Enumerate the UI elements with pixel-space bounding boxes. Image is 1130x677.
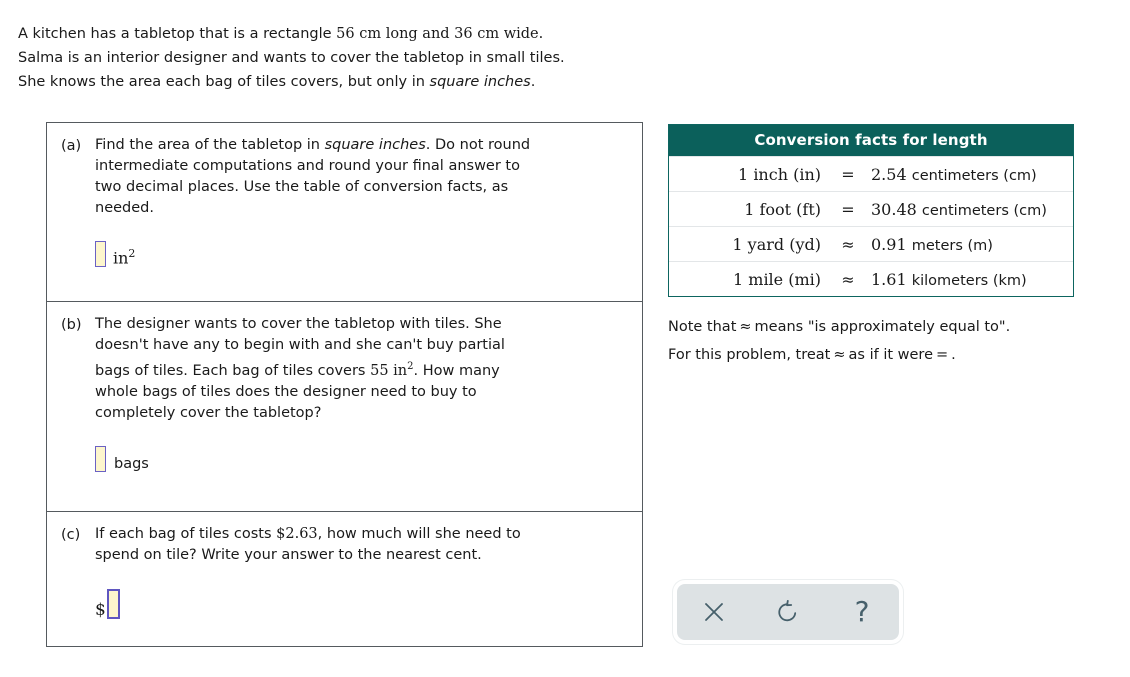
part-c-text-l1-a: If each bag of tiles costs [95,526,277,542]
part-b-text-l4: whole bags of tiles does the designer ne… [95,383,477,400]
part-a-text: Find the area of the tabletop in square … [95,135,628,219]
part-a-text-l2: intermediate computations and round your… [95,158,520,174]
clear-button[interactable] [691,589,737,635]
part-b-label: (b) [61,317,82,333]
intro-line-1: A kitchen has a tabletop that is a recta… [18,22,718,46]
conversion-row-yard-right: 0.91 meters (m) [871,235,1073,254]
approximation-note-line-1: Note that ≈ means "is approximately equal … [668,313,1098,341]
intro-line-3: She knows the area each bag of tiles cov… [18,70,718,94]
conversion-row-mile-right: 1.61 kilometers (km) [871,270,1073,289]
undo-button[interactable] [765,589,811,635]
problem-intro: A kitchen has a tabletop that is a recta… [18,22,718,94]
part-b-bag-coverage-value: 55 [370,362,389,379]
part-a-unit-exponent: 2 [128,246,136,260]
conversion-row-mile-left: 1 mile (mi) [733,269,821,289]
part-b-text: The designer wants to cover the tabletop… [95,314,628,424]
note-line-1-b: means "is approximately equal to". [754,319,1011,335]
question-panel: (a) Find the area of the tabletop in squ… [46,122,643,647]
conversion-row-inch: 1 inch (in) = 2.54 centimeters (cm) [669,156,1073,191]
part-c-answer-input[interactable] [106,589,120,619]
note-line-2-a: For this problem, treat [668,347,831,363]
part-b-text-l5: completely cover the tabletop? [95,404,322,421]
part-a-answer-input[interactable] [95,241,106,267]
part-b-text-l2: doesn't have any to begin with and she c… [95,337,505,353]
conversion-row-yard: 1 yard (yd) ≈ 0.91 meters (m) [669,226,1073,261]
conversion-row-yard-unit: meters (m) [911,237,993,254]
conversion-row-inch-left: 1 inch (in) [738,164,821,184]
question-mark-icon: ? [854,595,870,628]
conversion-row-mile-relation: ≈ [841,269,855,289]
part-a-answer-unit: in2 [113,247,135,267]
conversion-row-yard-left: 1 yard (yd) [732,234,821,254]
part-a-emphasis-square-inches: square inches [324,137,426,153]
part-a-unit-text: in [113,248,129,267]
conversion-row-mile: 1 mile (mi) ≈ 1.61 kilometers (km) [669,261,1073,296]
question-part-a: (a) Find the area of the tabletop in squ… [47,123,642,301]
part-c-text-l1-b: , how much will she need to [317,526,521,542]
note-line-1-a: Note that [668,319,737,335]
part-a-text-l1-a: Find the area of the tabletop in [95,137,325,153]
close-icon [703,601,725,623]
approximation-note: Note that ≈ means "is approximately equal … [668,313,1098,369]
part-b-text-l3: bags of tiles. Each bag of tiles covers … [95,356,628,382]
approx-symbol-icon-2: ≈ [833,347,846,363]
part-b-answer-unit: bags [114,455,149,472]
part-c-text-l2: spend on tile? Write your answer to the … [95,547,482,563]
equals-symbol-icon: = [936,347,949,363]
part-c-answer-row: $ [95,584,628,620]
conversion-table-title: Conversion facts for length [669,125,1073,156]
question-part-c: (c) If each bag of tiles costs $2.63, ho… [47,511,642,646]
conversion-row-foot-relation: = [841,199,855,219]
part-a-text-l3: two decimal places. Use the table of con… [95,179,509,195]
conversion-row-inch-value: 2.54 [871,164,907,184]
conversion-row-mile-value: 1.61 [871,269,907,289]
conversion-row-inch-right: 2.54 centimeters (cm) [871,165,1073,184]
intro-line-3-part-a: She knows the area each bag of tiles cov… [18,74,430,90]
help-button[interactable]: ? [839,589,885,635]
answer-tool-panel: ? [673,580,903,644]
conversion-row-foot-value: 30.48 [871,199,917,219]
part-b-answer-input[interactable] [95,445,106,472]
part-b-text-l3-a: bags of tiles. Each bag of tiles covers [95,362,371,379]
intro-line-1-part-c: cm wide. [472,26,544,42]
part-b-text-l1: The designer wants to cover the tabletop… [95,316,502,332]
intro-width-value: 36 [454,26,473,42]
part-b-answer-row: bags [95,442,628,472]
conversion-row-inch-unit: centimeters (cm) [911,167,1037,184]
conversion-row-foot-unit: centimeters (cm) [921,202,1047,219]
part-b-text-l3-b: . How many [413,362,500,379]
part-a-answer-row: in2 [95,237,628,267]
approx-symbol-icon: ≈ [739,319,752,335]
part-c-currency-symbol: $ [95,600,106,620]
note-line-2-b: as if it were [848,347,933,363]
part-b-bag-coverage-unit: in [393,362,408,379]
intro-length-value: 56 [336,26,355,42]
intro-line-2: Salma is an interior designer and wants … [18,50,565,66]
conversion-facts-table: Conversion facts for length 1 inch (in) … [668,124,1074,297]
intro-line-1-part-b: cm long and [354,26,455,42]
conversion-row-mile-unit: kilometers (km) [911,272,1027,289]
part-a-text-l4: needed. [95,200,154,216]
undo-icon [776,600,800,624]
conversion-row-yard-relation: ≈ [841,234,855,254]
part-a-label: (a) [61,138,82,154]
note-line-2-c: . [951,347,956,363]
part-c-text: If each bag of tiles costs $2.63, how mu… [95,524,628,566]
intro-emphasis-square-inches: square inches [429,74,531,90]
conversion-row-yard-value: 0.91 [871,234,907,254]
question-part-b: (b) The designer wants to cover the tabl… [47,301,642,511]
conversion-row-foot: 1 foot (ft) = 30.48 centimeters (cm) [669,191,1073,226]
conversion-row-foot-left: 1 foot (ft) [744,199,821,219]
intro-line-3-part-b: . [530,74,536,90]
part-c-bag-price: $2.63 [276,526,318,542]
intro-line-1-part-a: A kitchen has a tabletop that is a recta… [18,26,337,42]
approximation-note-line-2: For this problem, treat ≈ as if it were =. [668,341,1098,369]
conversion-row-inch-relation: = [841,164,855,184]
part-a-text-l1-b: . Do not round [425,137,531,153]
conversion-row-foot-right: 30.48 centimeters (cm) [871,200,1073,219]
part-c-label: (c) [61,527,81,543]
